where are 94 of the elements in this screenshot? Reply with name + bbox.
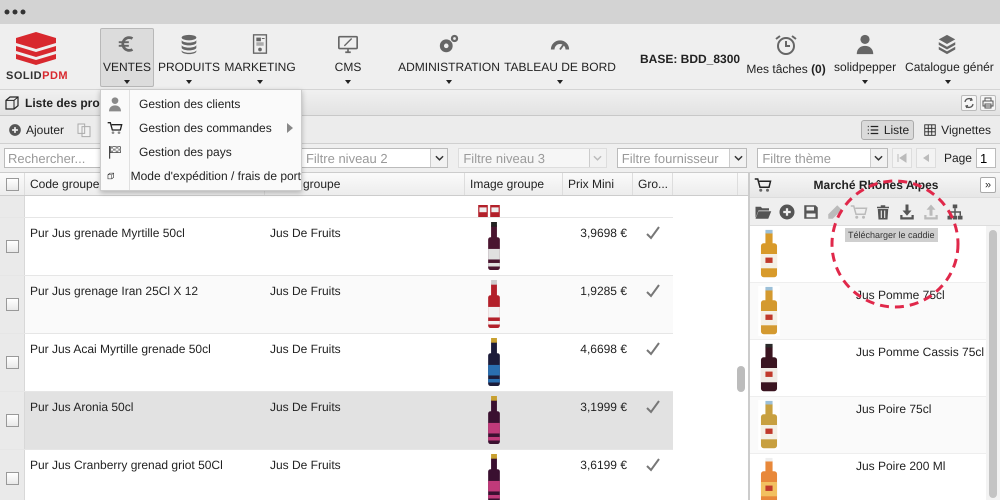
previous-page-button[interactable] xyxy=(916,148,936,168)
chevron-down-icon xyxy=(593,155,602,161)
save-icon[interactable] xyxy=(802,202,820,220)
price-cell: 1,9285 € xyxy=(580,284,627,298)
column-header[interactable]: Gro... xyxy=(638,177,668,191)
view-toggle[interactable]: Liste xyxy=(860,120,914,140)
database-label: BASE: BDD_8300 xyxy=(640,52,740,68)
table-cell: Pur Jus grenade Myrtille 50cl xyxy=(30,226,185,240)
table-cell: Jus De Fruits xyxy=(270,342,341,356)
header-menu-item[interactable]: Mes tâches (0) xyxy=(746,28,826,87)
table-cell: Pur Jus grenage Iran 25Cl X 12 xyxy=(30,284,198,298)
menu-item[interactable]: Gestion des clients xyxy=(101,92,301,116)
column-header[interactable]: Prix Mini xyxy=(568,177,614,191)
table-row[interactable]: Pur Jus Acai Myrtille grenade 50cl Jus De Fruits 4,6698 € xyxy=(0,334,673,392)
refresh-button[interactable] xyxy=(961,94,977,110)
table-row[interactable]: Pur Jus Aronia 50cl Jus De Fruits 3,1999 € xyxy=(0,392,673,450)
row-checkbox[interactable] xyxy=(6,240,18,253)
nav-menu-item[interactable]: MARKETING xyxy=(224,28,296,87)
first-page-icon xyxy=(896,153,907,163)
select-all-checkbox[interactable] xyxy=(6,178,18,190)
column-header[interactable]: groupe xyxy=(303,177,340,191)
row-checkbox[interactable] xyxy=(6,472,18,485)
table-row[interactable]: Pur Jus grenade Myrtille 50cl Jus De Fruits 3,9698 € xyxy=(0,218,673,276)
flag-icon xyxy=(107,144,123,160)
menu-item[interactable]: Gestion des pays xyxy=(101,140,301,164)
refresh-icon xyxy=(963,96,975,108)
nav-menu-item[interactable]: PRODUITS xyxy=(160,28,218,87)
print-button[interactable] xyxy=(980,94,996,110)
page-label: Page xyxy=(944,151,972,165)
caret-icon xyxy=(124,80,130,84)
sitemap-icon[interactable] xyxy=(946,202,964,220)
caret-icon xyxy=(446,80,452,84)
grid-icon xyxy=(923,122,938,136)
clock-icon xyxy=(774,33,798,57)
price-cell: 3,1999 € xyxy=(580,400,627,414)
nav-menu-item[interactable]: CMS xyxy=(318,28,378,87)
product-name[interactable]: Jus Pomme Cassis 75cl xyxy=(856,345,984,359)
trash-icon[interactable] xyxy=(874,202,892,220)
header-menu-item[interactable]: solidpepper xyxy=(832,28,898,87)
nav-menu-item[interactable]: VENTES xyxy=(100,28,154,87)
row-checkbox[interactable] xyxy=(6,356,18,369)
table-cell: Pur Jus Cranberry grenad griot 50Cl xyxy=(30,458,223,472)
price-cell: 4,6698 € xyxy=(580,342,627,356)
table-cell: Jus De Fruits xyxy=(270,226,341,240)
column-header[interactable]: Image groupe xyxy=(470,177,544,191)
caret-icon xyxy=(257,80,263,84)
scrollbar-thumb[interactable] xyxy=(737,366,745,392)
expand-button[interactable]: » xyxy=(980,177,996,193)
chevron-down-icon xyxy=(874,155,884,161)
monitor-icon xyxy=(336,33,360,55)
table-cell: Pur Jus Aronia 50cl xyxy=(30,400,134,414)
row-checkbox[interactable] xyxy=(6,414,18,427)
gears-icon xyxy=(437,33,461,55)
nav-menu-item[interactable]: ADMINISTRATION xyxy=(398,28,500,87)
column-header[interactable]: Code groupe xyxy=(30,177,100,191)
caret-icon xyxy=(186,80,192,84)
product-name[interactable]: Jus Poire 75cl xyxy=(856,402,932,416)
product-name[interactable]: Jus Poire 200 Ml xyxy=(856,459,946,473)
plus-icon[interactable] xyxy=(778,202,796,220)
print-icon xyxy=(982,96,994,108)
menu-item[interactable]: Gestion des commandes xyxy=(101,116,301,140)
logo-icon xyxy=(16,32,56,68)
row-checkbox[interactable] xyxy=(6,298,18,311)
menu-item[interactable]: Mode d'expédition / frais de port xyxy=(101,164,301,188)
cart-icon xyxy=(107,120,123,136)
table-cell: Jus De Fruits xyxy=(270,284,341,298)
price-cell: 3,9698 € xyxy=(580,226,627,240)
first-page-button[interactable] xyxy=(892,148,912,168)
duplicate-icon[interactable] xyxy=(76,122,92,138)
caret-icon xyxy=(557,80,563,84)
logo-text: SOLIDPDM xyxy=(6,70,68,82)
tooltip: Télécharger le caddie xyxy=(845,228,938,242)
nav-menu-item[interactable]: TABLEAU DE BORD xyxy=(506,28,614,87)
window-dots-icon[interactable] xyxy=(4,9,26,15)
previous-page-icon xyxy=(920,153,931,163)
page-title: Liste des pro xyxy=(25,96,100,110)
price-cell: 3,6199 € xyxy=(580,458,627,472)
add-button[interactable]: Ajouter xyxy=(4,120,68,138)
header-menu-item[interactable]: Catalogue génér xyxy=(902,28,994,87)
person-icon xyxy=(107,96,123,112)
download-icon[interactable] xyxy=(898,202,916,220)
plus-icon xyxy=(8,122,22,136)
table-cell: Jus De Fruits xyxy=(270,400,341,414)
caret-icon xyxy=(345,80,351,84)
table-cell: Pur Jus Acai Myrtille grenade 50cl xyxy=(30,342,211,356)
chevron-down-icon xyxy=(434,155,444,161)
view-toggle[interactable]: Vignettes xyxy=(918,120,996,140)
page-field[interactable]: 1 xyxy=(976,148,996,168)
chevron-down-icon xyxy=(734,155,743,161)
cart-icon xyxy=(754,176,772,194)
box-icon xyxy=(4,94,20,110)
table-cell: Jus De Fruits xyxy=(270,458,341,472)
table-row[interactable]: Pur Jus grenage Iran 25Cl X 12 Jus De Fruits 1,9285 € xyxy=(0,276,673,334)
scrollbar-thumb[interactable] xyxy=(989,230,997,498)
